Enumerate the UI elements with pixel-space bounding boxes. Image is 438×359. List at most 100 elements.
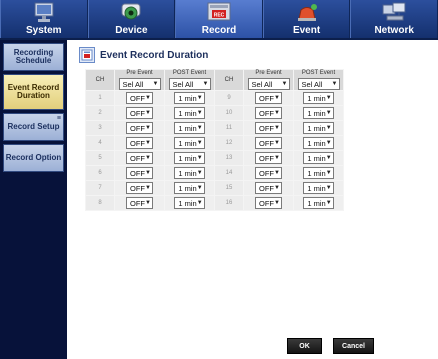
pre-event-value: OFF [130, 168, 146, 178]
ok-button[interactable]: OK [287, 338, 322, 354]
pre-event-cell: OFF ▼ [243, 195, 294, 211]
pre-event-dropdown[interactable]: OFF ▼ [255, 122, 282, 134]
post-event-value: 1 min [307, 138, 326, 148]
pre-event-dropdown[interactable]: OFF ▼ [255, 137, 282, 149]
chevron-down-icon: ▼ [145, 200, 151, 206]
post-event-cell: 1 min ▼ [164, 195, 215, 211]
post-event-cell: 1 min ▼ [293, 120, 344, 136]
tab-network[interactable]: Network [350, 0, 438, 38]
table-body: 1 OFF ▼ 1 min ▼ 9 OFF ▼ 1 min ▼ 2 OFF ▼ 1 min ▼ 10 OFF ▼ 1… [85, 90, 344, 211]
chevron-down-icon: ▼ [152, 81, 159, 87]
post-event-dropdown[interactable]: 1 min ▼ [174, 152, 205, 164]
pre-event-dropdown[interactable]: OFF ▼ [126, 197, 153, 209]
pre-event-dropdown[interactable]: OFF ▼ [126, 107, 153, 119]
chevron-down-icon: ▼ [281, 81, 288, 87]
pre-event-cell: OFF ▼ [114, 135, 165, 151]
table-row: 2 OFF ▼ 1 min ▼ 10 OFF ▼ 1 min ▼ [85, 105, 344, 121]
pre-event-select-all-dropdown[interactable]: Sel All ▼ [247, 78, 290, 90]
table-header-row: CH Pre Event Sel All ▼ POST Event Sel All… [85, 69, 344, 91]
pre-event-dropdown[interactable]: OFF ▼ [255, 167, 282, 179]
channel-number: 7 [85, 180, 115, 196]
pre-event-dropdown[interactable]: OFF ▼ [255, 152, 282, 164]
post-event-value: 1 min [178, 108, 197, 118]
tab-record[interactable]: REC Record [175, 0, 263, 38]
post-event-value: 1 min [307, 153, 326, 163]
post-event-value: 1 min [307, 108, 326, 118]
pre-event-dropdown[interactable]: OFF ▼ [126, 137, 153, 149]
tab-label: Record [201, 25, 237, 36]
post-event-dropdown[interactable]: 1 min ▼ [303, 92, 334, 104]
post-event-dropdown[interactable]: 1 min ▼ [174, 197, 205, 209]
sidebar-item-recording-schedule[interactable]: Recording Schedule [3, 43, 64, 71]
post-event-dropdown[interactable]: 1 min ▼ [174, 167, 205, 179]
post-event-dropdown[interactable]: 1 min ▼ [303, 137, 334, 149]
post-event-select-all-dropdown[interactable]: Sel All ▼ [297, 78, 340, 90]
pre-event-dropdown[interactable]: OFF ▼ [126, 152, 153, 164]
chevron-down-icon: ▼ [196, 95, 203, 101]
channel-number: 4 [85, 135, 115, 151]
chevron-down-icon: ▼ [145, 170, 151, 176]
pre-event-value: OFF [130, 198, 146, 208]
post-event-dropdown[interactable]: 1 min ▼ [303, 152, 334, 164]
post-event-value: 1 min [178, 138, 197, 148]
tab-device[interactable]: Device [87, 0, 176, 38]
cancel-button[interactable]: Cancel [333, 338, 374, 354]
post-event-value: 1 min [178, 168, 197, 178]
post-event-dropdown[interactable]: 1 min ▼ [303, 182, 334, 194]
pre-event-dropdown[interactable]: OFF ▼ [255, 107, 282, 119]
pre-event-cell: OFF ▼ [243, 135, 294, 151]
pre-event-dropdown[interactable]: OFF ▼ [126, 182, 153, 194]
pre-event-select-all-dropdown[interactable]: Sel All ▼ [118, 78, 161, 90]
pre-event-cell: OFF ▼ [243, 150, 294, 166]
sidebar-item-event-record-duration[interactable]: Event Record Duration [3, 74, 64, 110]
post-event-dropdown[interactable]: 1 min ▼ [174, 182, 205, 194]
tab-label: System [26, 25, 62, 36]
channel-number: 5 [85, 150, 115, 166]
main-panel: Event Record Duration CH Pre Event Sel A… [67, 42, 438, 359]
pre-event-dropdown[interactable]: OFF ▼ [126, 167, 153, 179]
network-icon [382, 2, 406, 21]
tab-label: Device [115, 25, 148, 36]
post-event-dropdown[interactable]: 1 min ▼ [174, 137, 205, 149]
pre-event-dropdown[interactable]: OFF ▼ [126, 92, 153, 104]
sidebar-item-record-option[interactable]: Record Option [3, 144, 64, 172]
pre-event-dropdown[interactable]: OFF ▼ [255, 197, 282, 209]
pre-event-value: OFF [259, 153, 275, 163]
post-event-dropdown[interactable]: 1 min ▼ [303, 167, 334, 179]
sidebar-item-record-setup[interactable]: ≡ Record Setup [3, 113, 64, 141]
tab-system[interactable]: System [0, 0, 88, 38]
header-pre-event: Pre Event Sel All ▼ [243, 69, 294, 91]
pre-event-value: OFF [259, 183, 275, 193]
post-event-dropdown[interactable]: 1 min ▼ [303, 122, 334, 134]
pre-event-value: OFF [259, 108, 275, 118]
pre-event-dropdown[interactable]: OFF ▼ [255, 182, 282, 194]
chevron-down-icon: ▼ [274, 95, 280, 101]
post-event-cell: 1 min ▼ [164, 165, 215, 181]
post-event-dropdown[interactable]: 1 min ▼ [174, 107, 205, 119]
header-post-event: POST Event Sel All ▼ [293, 69, 344, 91]
pre-event-cell: OFF ▼ [114, 90, 165, 106]
post-event-dropdown[interactable]: 1 min ▼ [303, 107, 334, 119]
sidebar-item-label: Recording Schedule [13, 47, 54, 65]
tab-event[interactable]: Event [262, 0, 351, 38]
tab-label: Event [292, 25, 321, 36]
channel-number: 11 [214, 120, 244, 136]
post-event-select-all-dropdown[interactable]: Sel All ▼ [168, 78, 211, 90]
post-event-dropdown[interactable]: 1 min ▼ [303, 197, 334, 209]
chevron-down-icon: ▼ [196, 185, 203, 191]
chevron-down-icon: ▼ [196, 140, 203, 146]
pre-event-cell: OFF ▼ [114, 180, 165, 196]
tab-label: Network [374, 25, 414, 36]
post-event-cell: 1 min ▼ [164, 150, 215, 166]
pre-event-dropdown[interactable]: OFF ▼ [255, 92, 282, 104]
chevron-down-icon: ▼ [325, 110, 332, 116]
channel-number: 14 [214, 165, 244, 181]
table-row: 3 OFF ▼ 1 min ▼ 11 OFF ▼ 1 min ▼ [85, 120, 344, 136]
post-event-cell: 1 min ▼ [164, 120, 215, 136]
post-event-dropdown[interactable]: 1 min ▼ [174, 122, 205, 134]
table-row: 7 OFF ▼ 1 min ▼ 15 OFF ▼ 1 min ▼ [85, 180, 344, 196]
chevron-down-icon: ▼ [274, 170, 280, 176]
pre-event-dropdown[interactable]: OFF ▼ [126, 122, 153, 134]
post-event-dropdown[interactable]: 1 min ▼ [174, 92, 205, 104]
chevron-down-icon: ▼ [274, 125, 280, 131]
